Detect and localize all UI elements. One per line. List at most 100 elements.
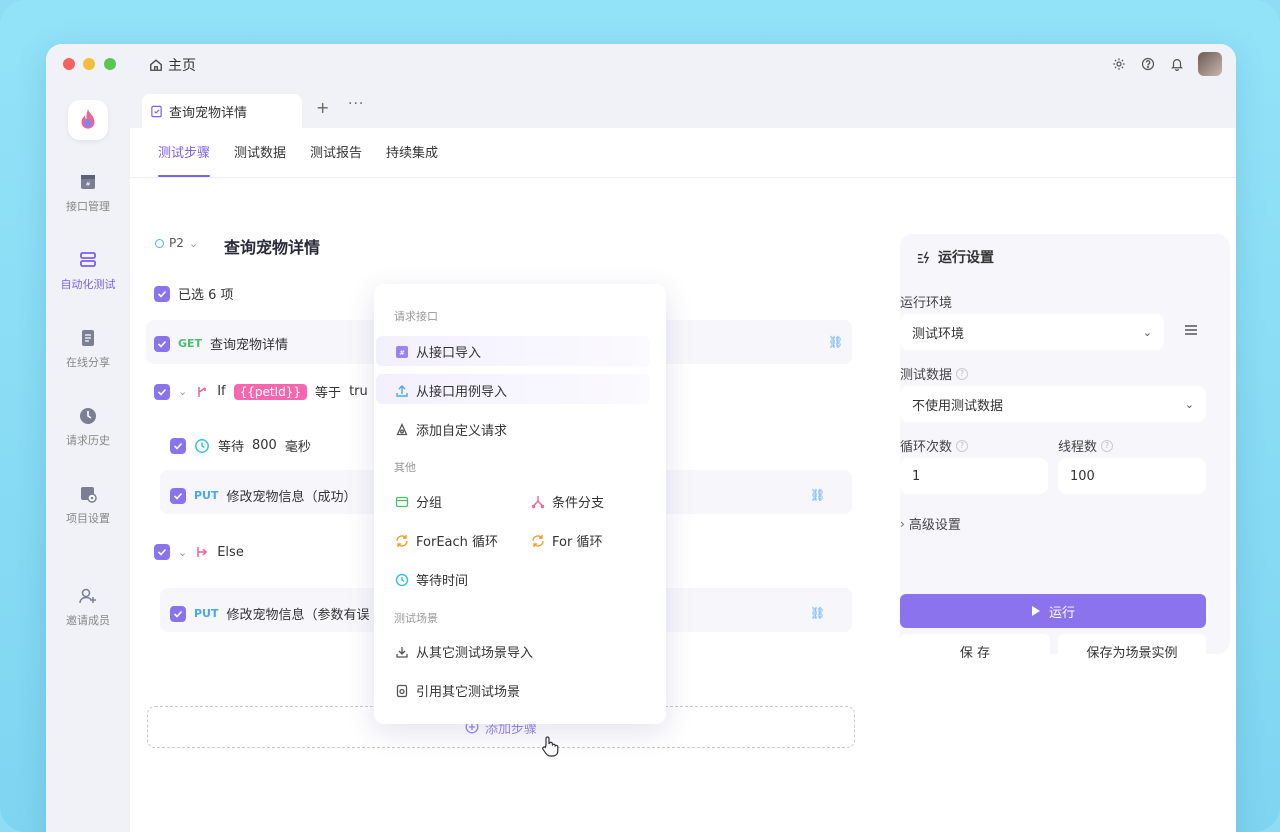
loop-icon: [530, 533, 545, 548]
step-name: 修改宠物信息（成功）: [226, 490, 357, 505]
help-icon[interactable]: ?: [956, 439, 969, 452]
thread-input[interactable]: 100: [1058, 458, 1206, 494]
branch-if-icon: [198, 386, 206, 397]
user-avatar[interactable]: [1198, 52, 1222, 76]
menu-item-label: 添加自定义请求: [416, 424, 508, 439]
menu-item-import-scene[interactable]: 从其它测试场景导入: [394, 642, 533, 661]
chevron-down-icon[interactable]: ⌄: [178, 546, 187, 559]
loop-value: 1: [912, 468, 921, 484]
wait-label: 等待: [218, 440, 245, 455]
menu-item-branch[interactable]: 条件分支: [530, 492, 604, 511]
step-checkbox[interactable]: [154, 544, 170, 560]
loop-label: 循环次数?: [900, 436, 969, 455]
help-icon[interactable]: [1140, 57, 1155, 72]
data-select[interactable]: 不使用测试数据 ⌄: [900, 386, 1206, 422]
tab-test-steps[interactable]: 测试步骤: [146, 134, 222, 177]
link-icon[interactable]: ⛓: [828, 335, 843, 349]
step-checkbox[interactable]: [154, 335, 170, 352]
new-tab-button[interactable]: +: [316, 98, 329, 117]
reference-doc-icon: [394, 683, 409, 698]
home-breadcrumb[interactable]: 主页: [149, 55, 196, 75]
select-all-checkbox[interactable]: [154, 285, 170, 302]
timer-icon: [394, 572, 409, 587]
step-get: GET 查询宠物详情: [154, 334, 288, 353]
upload-icon: [394, 383, 409, 398]
variable-tag: {{petId}}: [233, 383, 308, 400]
menu-item-ref-scene[interactable]: 引用其它测试场景: [394, 681, 520, 700]
save-as-scene-button[interactable]: 保存为场景实例: [1058, 634, 1206, 668]
sidebar-item-api-management[interactable]: # 接口管理: [46, 172, 130, 214]
maximize-window-button[interactable]: [104, 58, 116, 70]
advanced-settings-toggle[interactable]: › 高级设置: [900, 514, 961, 534]
tab-more-button[interactable]: ···: [348, 96, 364, 112]
close-window-button[interactable]: [63, 58, 75, 70]
titlebar-icons: [1111, 52, 1222, 76]
env-label: 运行环境: [900, 292, 952, 311]
link-icon[interactable]: ⛓: [810, 488, 825, 502]
sidebar-item-label: 邀请成员: [66, 614, 110, 627]
thread-label: 线程数?: [1058, 436, 1114, 455]
help-icon[interactable]: ?: [1101, 439, 1114, 452]
sidebar-item-online-share[interactable]: 在线分享: [46, 328, 130, 370]
priority-selector[interactable]: P2 ⌄: [155, 236, 198, 250]
doc-tab-query-pet[interactable]: 查询宠物详情: [142, 94, 302, 128]
test-case-icon: [151, 105, 162, 117]
tab-test-data[interactable]: 测试数据: [222, 134, 298, 169]
share-doc-icon: [78, 328, 98, 348]
menu-item-label: 从接口用例导入: [416, 385, 508, 400]
loop-icon: [394, 533, 409, 548]
step-wait: 等待 800 毫秒: [170, 436, 311, 455]
menu-item-group[interactable]: 分组: [394, 492, 442, 511]
method-badge-put: PUT: [194, 489, 219, 502]
menu-item-wait-time[interactable]: 等待时间: [394, 570, 468, 589]
section-label: 请求接口: [394, 310, 438, 323]
run-settings-title-text: 运行设置: [938, 250, 994, 266]
api-box-icon: #: [78, 172, 98, 192]
step-checkbox[interactable]: [170, 605, 186, 622]
main-content: 查询宠物详情 + ··· 测试步骤 测试数据 测试报告 持续集成 P2 ⌄ 查询…: [130, 84, 1236, 832]
run-button[interactable]: 运行: [900, 594, 1206, 628]
settings-icon[interactable]: [1111, 57, 1126, 72]
timer-icon: [195, 438, 209, 453]
help-icon[interactable]: ?: [956, 367, 969, 380]
menu-item-foreach[interactable]: ForEach 循环: [394, 531, 498, 550]
server-stack-icon: [78, 250, 98, 270]
save-button[interactable]: 保 存: [900, 634, 1050, 668]
if-operator: 等于: [315, 386, 342, 401]
link-icon[interactable]: ⛓: [810, 606, 825, 620]
sidebar-item-invite-members[interactable]: 邀请成员: [46, 586, 130, 628]
step-checkbox[interactable]: [154, 383, 170, 400]
step-checkbox[interactable]: [170, 487, 186, 504]
loop-input[interactable]: 1: [900, 458, 1048, 494]
tab-test-report[interactable]: 测试报告: [298, 134, 374, 169]
lightning-settings-icon: [917, 251, 930, 263]
menu-item-for[interactable]: For 循环: [530, 531, 602, 550]
tab-continuous-integration[interactable]: 持续集成: [374, 134, 450, 169]
svg-text:#: #: [85, 181, 90, 188]
env-label-text: 运行环境: [900, 296, 953, 311]
play-icon: [1031, 606, 1040, 616]
flame-logo-icon: [81, 109, 95, 129]
env-select[interactable]: 测试环境 ⌄: [900, 314, 1197, 350]
step-checkbox[interactable]: [170, 437, 186, 454]
chevron-down-icon[interactable]: ⌄: [178, 385, 187, 398]
menu-icon[interactable]: [1184, 324, 1198, 336]
menu-item-import-api[interactable]: # 从接口导入: [394, 342, 481, 361]
hand-cursor-icon: [542, 736, 559, 757]
app-logo: [68, 100, 108, 140]
sidebar-item-request-history[interactable]: 请求历史: [46, 406, 130, 448]
minimize-window-button[interactable]: [83, 58, 95, 70]
sidebar-item-auto-test[interactable]: 自动化测试: [46, 250, 130, 292]
menu-item-custom-request[interactable]: 添加自定义请求: [394, 420, 507, 439]
sidebar-item-project-settings[interactable]: 项目设置: [46, 484, 130, 526]
step-name: 修改宠物信息（参数有误: [226, 608, 370, 623]
add-step-dropdown: 请求接口 # 从接口导入 从接口用例导入 添加自定义请求 其他 分组 条件分支 …: [374, 284, 666, 724]
chevron-down-icon: ⌄: [1142, 325, 1152, 339]
subtab-bar: 测试步骤 测试数据 测试报告 持续集成: [146, 134, 450, 177]
method-badge-get: GET: [178, 337, 203, 350]
menu-item-label: 等待时间: [416, 574, 469, 589]
menu-item-import-case[interactable]: 从接口用例导入: [394, 381, 507, 400]
sidebar-item-label: 接口管理: [66, 200, 110, 213]
bell-icon[interactable]: [1169, 57, 1184, 72]
section-label: 测试场景: [394, 612, 438, 625]
